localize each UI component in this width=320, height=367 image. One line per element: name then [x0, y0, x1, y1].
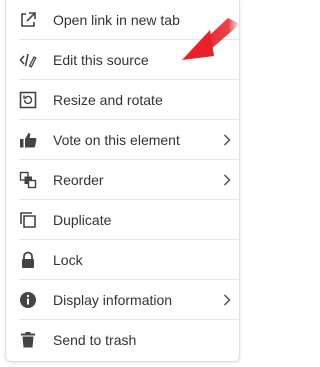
menu-item-vote[interactable]: Vote on this element — [19, 120, 240, 160]
menu-item-label: Resize and rotate — [53, 91, 163, 108]
reorder-layers-icon — [19, 171, 37, 189]
menu-item-edit-source[interactable]: Edit this source — [19, 40, 240, 80]
context-menu: Open link in new tab Edit this source Re… — [5, 0, 240, 362]
chevron-right-icon — [222, 133, 232, 147]
menu-item-lock[interactable]: Lock — [19, 240, 240, 280]
menu-item-display-info[interactable]: Display information — [19, 280, 240, 320]
info-icon — [19, 291, 37, 309]
menu-item-duplicate[interactable]: Duplicate — [19, 200, 240, 240]
menu-item-label: Display information — [53, 291, 173, 308]
menu-item-label: Edit this source — [53, 51, 149, 68]
menu-item-label: Reorder — [53, 171, 104, 188]
chevron-right-icon — [222, 173, 232, 187]
lock-icon — [19, 251, 37, 269]
trash-icon — [19, 331, 37, 349]
menu-item-reorder[interactable]: Reorder — [19, 160, 240, 200]
menu-item-label: Send to trash — [53, 332, 137, 348]
menu-item-label: Open link in new tab — [53, 11, 180, 28]
menu-item-open-link-new-tab[interactable]: Open link in new tab — [19, 0, 240, 40]
menu-item-label: Duplicate — [53, 211, 112, 228]
menu-item-label: Lock — [53, 251, 83, 268]
thumbs-up-icon — [19, 131, 37, 149]
menu-item-resize-rotate[interactable]: Resize and rotate — [19, 80, 240, 120]
resize-rotate-icon — [19, 91, 37, 109]
menu-item-send-to-trash[interactable]: Send to trash — [19, 320, 240, 360]
external-link-icon — [19, 11, 37, 29]
code-edit-icon — [19, 51, 37, 69]
menu-item-label: Vote on this element — [53, 131, 180, 148]
duplicate-icon — [19, 211, 37, 229]
chevron-right-icon — [222, 293, 232, 307]
